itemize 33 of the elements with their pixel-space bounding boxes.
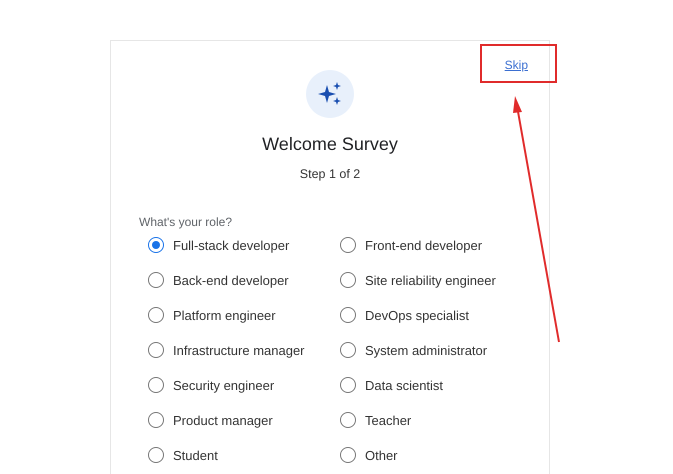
radio-button[interactable]: [340, 237, 356, 253]
role-option[interactable]: Front-end developer: [340, 236, 532, 254]
role-option[interactable]: Other: [340, 446, 532, 464]
role-option[interactable]: Student: [148, 446, 340, 464]
role-option[interactable]: Data scientist: [340, 376, 532, 394]
role-option[interactable]: Back-end developer: [148, 271, 340, 289]
survey-title: Welcome Survey: [262, 134, 398, 155]
role-option[interactable]: Product manager: [148, 411, 340, 429]
radio-button[interactable]: [148, 342, 164, 358]
role-option[interactable]: Security engineer: [148, 376, 340, 394]
radio-button[interactable]: [340, 307, 356, 323]
skip-link[interactable]: Skip: [504, 58, 528, 72]
radio-button[interactable]: [148, 447, 164, 463]
role-option[interactable]: System administrator: [340, 341, 532, 359]
role-option[interactable]: DevOps specialist: [340, 306, 532, 324]
radio-button[interactable]: [148, 237, 164, 253]
radio-button[interactable]: [340, 272, 356, 288]
radio-button[interactable]: [148, 307, 164, 323]
radio-button[interactable]: [340, 412, 356, 428]
radio-button[interactable]: [340, 377, 356, 393]
role-option[interactable]: Platform engineer: [148, 306, 340, 324]
sparkle-icon: [306, 70, 354, 118]
radio-button[interactable]: [148, 272, 164, 288]
role-option[interactable]: Full-stack developer: [148, 236, 340, 254]
step-indicator: Step 1 of 2: [300, 167, 360, 181]
radio-button[interactable]: [148, 377, 164, 393]
radio-button[interactable]: [148, 412, 164, 428]
role-option[interactable]: Teacher: [340, 411, 532, 429]
question-label: What's your role?: [139, 215, 232, 229]
radio-button[interactable]: [340, 342, 356, 358]
role-option[interactable]: Site reliability engineer: [340, 271, 532, 289]
role-option[interactable]: Infrastructure manager: [148, 341, 340, 359]
radio-button[interactable]: [340, 447, 356, 463]
